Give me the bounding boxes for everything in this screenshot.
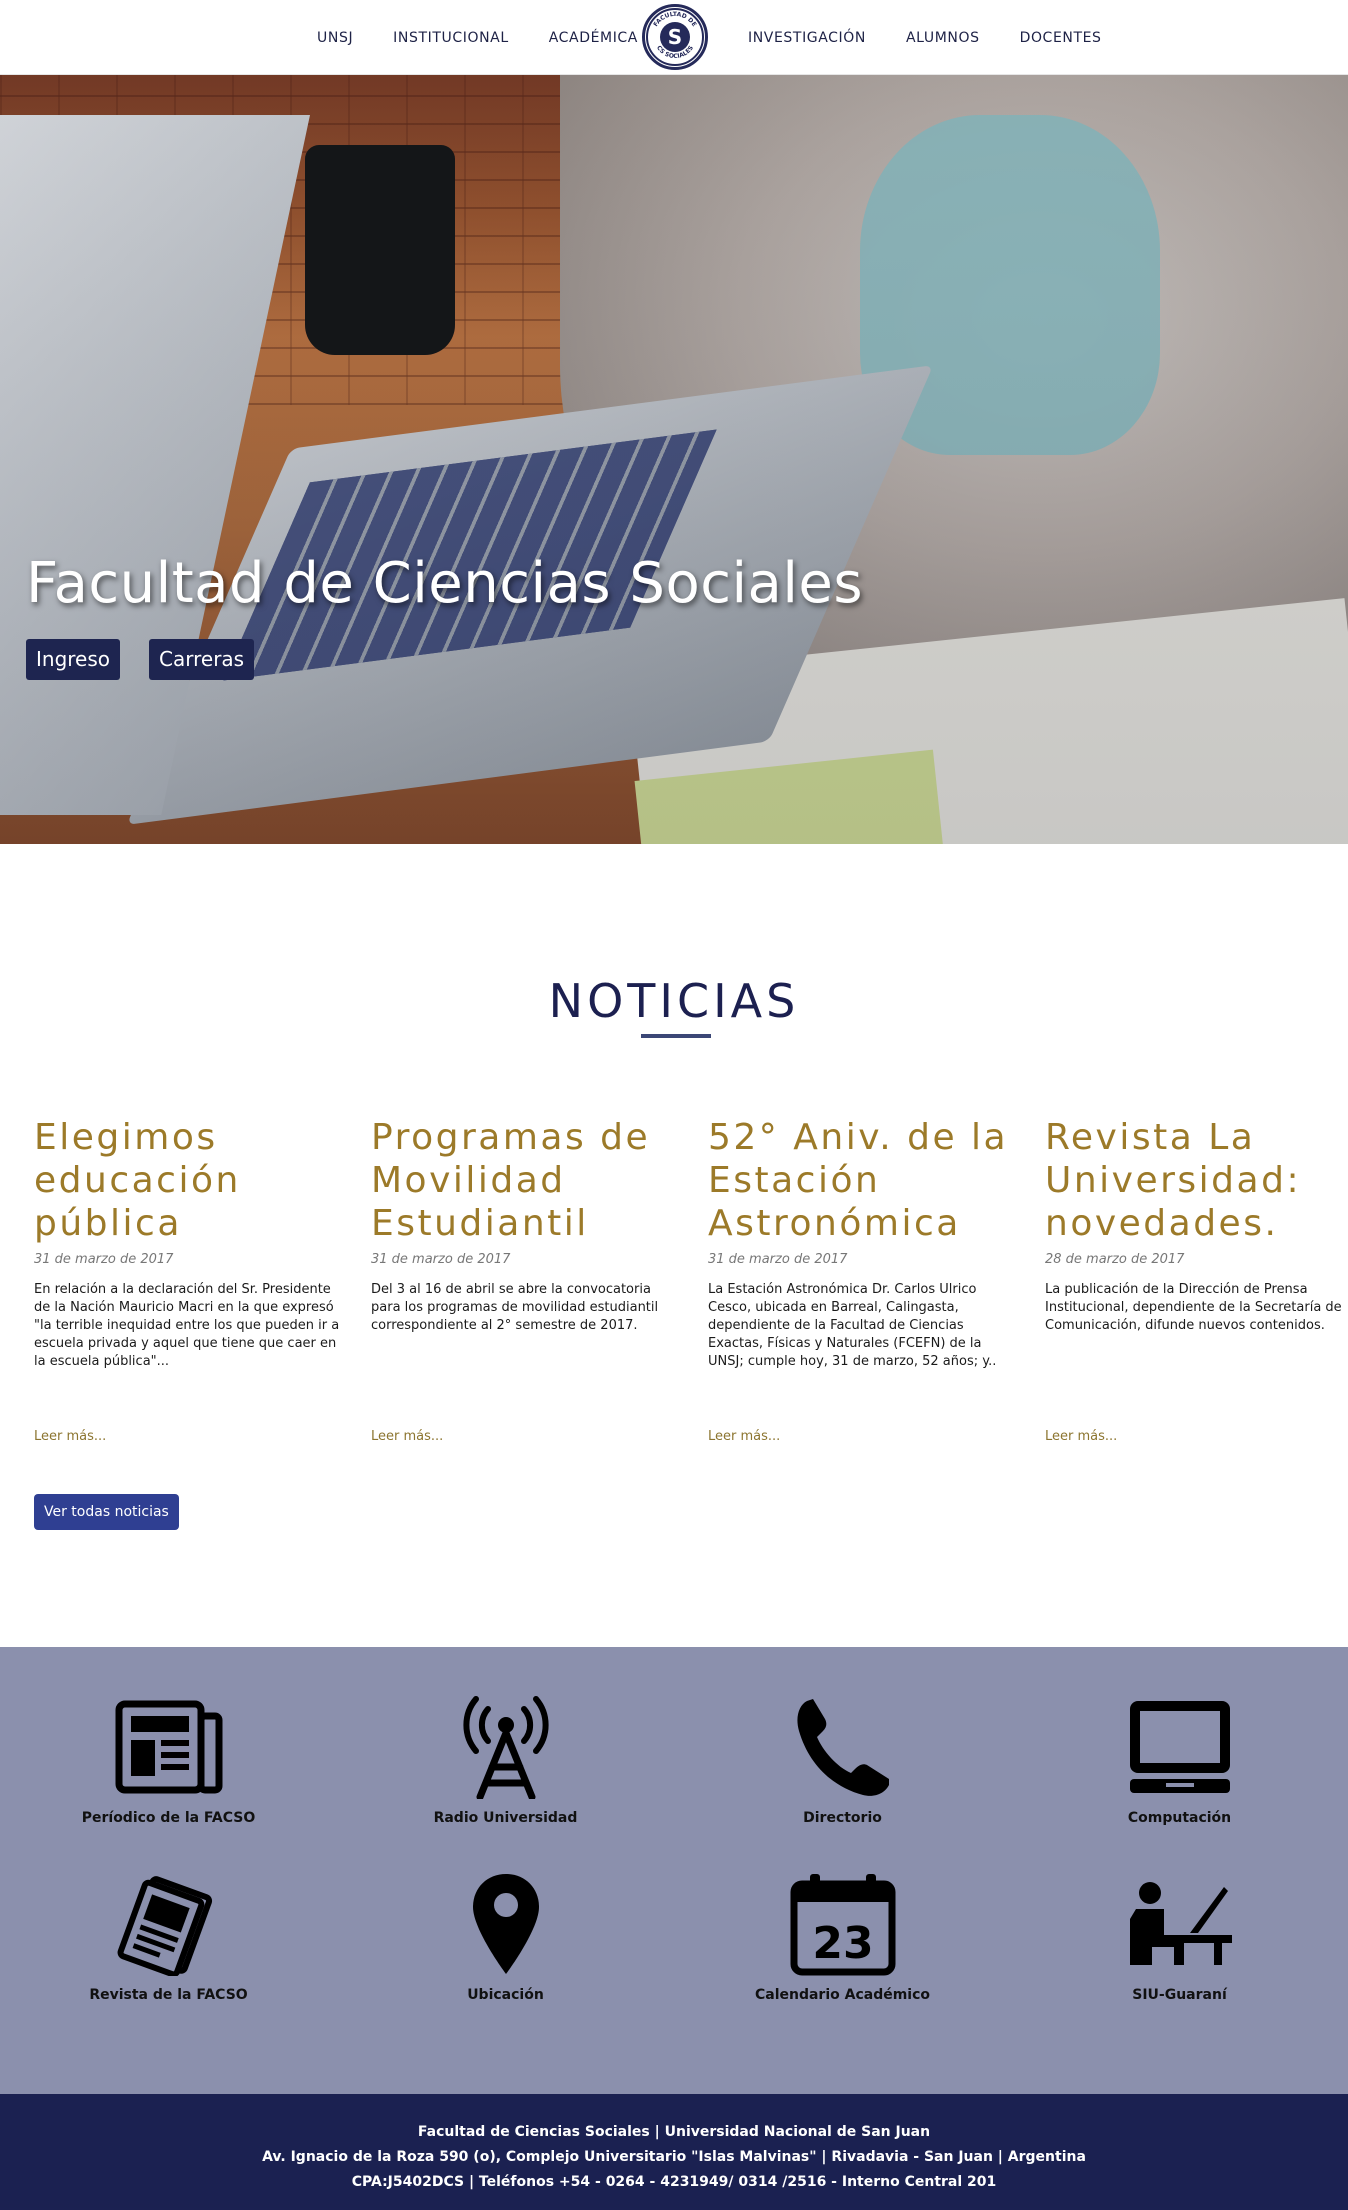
news-card-date: 31 de marzo de 2017 [371, 1252, 511, 1267]
link-label: Directorio [803, 1810, 882, 1826]
link-periodico[interactable]: Períodico de la FACSO [0, 1692, 337, 1826]
nav-link-investigacion[interactable]: INVESTIGACIÓN [748, 30, 866, 46]
nav-link-institucional[interactable]: INSTITUCIONAL [393, 30, 509, 46]
news-grid: Elegimos educación pública 31 de marzo d… [34, 1116, 1348, 1444]
link-computacion[interactable]: Computación [1011, 1692, 1348, 1826]
news-card: Elegimos educación pública 31 de marzo d… [34, 1116, 371, 1444]
nav-link-academica[interactable]: ACADÉMICA [549, 30, 638, 46]
news-card-title[interactable]: 52° Aniv. de la Estación Astronómica [708, 1116, 1015, 1244]
link-label: SIU-Guaraní [1132, 1987, 1227, 2003]
link-ubicacion[interactable]: Ubicación [337, 1869, 674, 2003]
ingreso-button[interactable]: Ingreso [26, 639, 121, 680]
link-label: Períodico de la FACSO [81, 1810, 256, 1826]
news-card-body: La publicación de la Dirección de Prensa… [1045, 1282, 1342, 1333]
link-directorio[interactable]: Directorio [674, 1692, 1011, 1826]
magazine-icon [114, 1869, 224, 1979]
link-label: Ubicación [467, 1987, 544, 2003]
link-calendario[interactable]: 23 Calendario Académico [674, 1869, 1011, 2003]
hero-buttons: Ingreso Carreras [26, 639, 255, 680]
read-more-link[interactable]: Leer más... [371, 1429, 443, 1444]
news-card-body: La Estación Astronómica Dr. Carlos Ulric… [708, 1282, 997, 1369]
phone-icon [788, 1692, 898, 1802]
link-label: Revista de la FACSO [89, 1987, 248, 2003]
student-desk-icon [1125, 1869, 1235, 1979]
nav-link-unsj[interactable]: UNSJ [317, 30, 353, 46]
calendar-day-number: 23 [812, 1918, 873, 1969]
news-card-date: 31 de marzo de 2017 [708, 1252, 848, 1267]
news-card-date: 28 de marzo de 2017 [1045, 1252, 1185, 1267]
news-card-body: Del 3 al 16 de abril se abre la convocat… [371, 1282, 659, 1333]
logo-letter: S [668, 25, 682, 49]
facso-logo[interactable]: S FACULTAD DE CS SOCIALES [642, 4, 708, 70]
link-label: Radio Universidad [433, 1810, 578, 1826]
nav-link-alumnos[interactable]: ALUMNOS [906, 30, 980, 46]
hero-overlay [0, 75, 1348, 844]
news-section-title: NOTICIAS [548, 974, 800, 1028]
link-revista[interactable]: Revista de la FACSO [0, 1869, 337, 2003]
quick-links-section: Períodico de la FACSO Radio Universidad … [0, 1647, 1348, 2094]
nav-link-docentes[interactable]: DOCENTES [1020, 30, 1102, 46]
footer-contact: CPA:J5402DCS | Teléfonos +54 - 0264 - 42… [351, 2174, 997, 2190]
link-radio[interactable]: Radio Universidad [337, 1692, 674, 1826]
news-card-title[interactable]: Programas de Movilidad Estudiantil [371, 1116, 678, 1244]
read-more-link[interactable]: Leer más... [34, 1429, 106, 1444]
news-card-body: En relación a la declaración del Sr. Pre… [34, 1282, 340, 1369]
all-news-button[interactable]: Ver todas noticias [34, 1494, 179, 1530]
news-title-underline [641, 1034, 711, 1038]
nav-right-group: INVESTIGACIÓN ALUMNOS DOCENTES [728, 0, 1122, 75]
nav-left-group: UNSJ INSTITUCIONAL ACADÉMICA [297, 0, 658, 75]
link-label: Calendario Académico [754, 1987, 931, 2003]
footer-address: Av. Ignacio de la Roza 590 (o), Complejo… [262, 2149, 1086, 2165]
newspaper-icon [114, 1692, 224, 1802]
calendar-icon: 23 [788, 1869, 898, 1979]
news-card: 52° Aniv. de la Estación Astronómica 31 … [708, 1116, 1045, 1444]
hero-banner: Facultad de Ciencias Sociales Ingreso Ca… [0, 75, 1348, 844]
news-card-title[interactable]: Revista La Universidad: novedades. [1045, 1116, 1348, 1244]
radio-tower-icon [451, 1692, 561, 1802]
news-card-title[interactable]: Elegimos educación pública [34, 1116, 341, 1244]
news-card: Revista La Universidad: novedades. 28 de… [1045, 1116, 1348, 1444]
site-footer: Facultad de Ciencias Sociales | Universi… [0, 2094, 1348, 2210]
map-pin-icon [451, 1869, 561, 1979]
link-label: Computación [1127, 1810, 1232, 1826]
link-siu-guarani[interactable]: SIU-Guaraní [1011, 1869, 1348, 2003]
top-navigation: UNSJ INSTITUCIONAL ACADÉMICA S FACULTAD … [0, 0, 1348, 75]
facso-logo-icon: S FACULTAD DE CS SOCIALES [646, 8, 704, 66]
carreras-button[interactable]: Carreras [149, 639, 255, 680]
read-more-link[interactable]: Leer más... [1045, 1429, 1117, 1444]
computer-icon [1125, 1692, 1235, 1802]
read-more-link[interactable]: Leer más... [708, 1429, 780, 1444]
news-card: Programas de Movilidad Estudiantil 31 de… [371, 1116, 708, 1444]
news-card-date: 31 de marzo de 2017 [34, 1252, 174, 1267]
hero-title: Facultad de Ciencias Sociales [26, 551, 864, 616]
footer-institution: Facultad de Ciencias Sociales | Universi… [417, 2124, 931, 2140]
news-section: NOTICIAS Elegimos educación pública 31 d… [0, 844, 1348, 1647]
